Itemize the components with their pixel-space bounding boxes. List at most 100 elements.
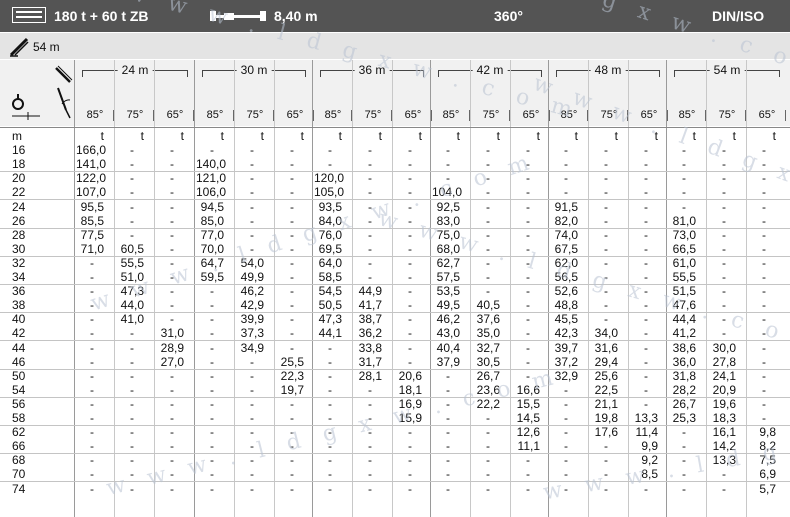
load-value: - [170, 396, 174, 411]
load-value: - [722, 241, 726, 256]
load-value: - [130, 185, 134, 200]
load-value: - [408, 340, 412, 355]
load-value: - [682, 185, 686, 200]
angle-header: 85° [206, 109, 224, 121]
load-value: - [328, 340, 332, 355]
load-value: - [644, 199, 648, 214]
load-value: 34,9 [240, 340, 264, 355]
load-value: - [368, 185, 372, 200]
load-unit: t [456, 129, 460, 143]
load-value: 77,0 [200, 227, 224, 242]
load-value: - [90, 354, 94, 369]
load-value: 42,3 [554, 326, 578, 341]
load-value: 38,7 [358, 312, 382, 327]
load-value: - [130, 354, 134, 369]
load-value: - [328, 157, 332, 172]
load-value: - [408, 354, 412, 369]
load-value: - [130, 425, 134, 440]
load-value: - [210, 411, 214, 425]
load-value: 18,3 [712, 411, 736, 425]
radius-value: 46 [12, 354, 26, 369]
column-divider [352, 60, 353, 517]
load-value: - [486, 213, 490, 228]
load-value: - [90, 396, 94, 411]
load-value: - [210, 382, 214, 397]
load-value: 71,0 [80, 241, 104, 256]
load-value: - [290, 157, 294, 172]
load-value: - [762, 213, 766, 228]
load-value: - [90, 255, 94, 270]
load-value: - [526, 185, 530, 200]
load-value: 50,5 [318, 298, 342, 313]
load-value: 60,5 [120, 241, 144, 256]
load-value: 32,7 [476, 340, 500, 355]
load-value: 34,0 [594, 326, 618, 341]
load-value: - [604, 199, 608, 214]
load-value: - [604, 227, 608, 242]
load-value: 44,9 [358, 284, 382, 299]
angle-header: 75° [246, 109, 264, 121]
boom-length-header: 24 m [82, 63, 188, 85]
slew-range-label: 360° [494, 8, 523, 24]
load-value: - [328, 467, 332, 482]
load-value: - [130, 171, 134, 186]
load-value: - [762, 411, 766, 425]
load-value: - [604, 171, 608, 186]
load-value: 91,5 [554, 199, 578, 214]
load-value: - [604, 298, 608, 313]
load-value: - [290, 312, 294, 327]
load-value: - [328, 481, 332, 496]
angle-header: 65° [758, 109, 776, 121]
load-value: - [90, 425, 94, 440]
load-value: - [722, 199, 726, 214]
angle-header: 75° [482, 109, 500, 121]
load-value: - [210, 425, 214, 440]
load-value: - [408, 481, 412, 496]
load-value: 6,9 [759, 467, 776, 482]
load-value: 13,3 [634, 411, 658, 425]
load-value: - [250, 368, 254, 383]
radius-value: 50 [12, 368, 26, 383]
load-value: - [446, 439, 450, 454]
boom-length-label: 24 m [117, 63, 153, 77]
load-value: 46,2 [436, 312, 460, 327]
load-value: - [762, 270, 766, 284]
load-value: - [290, 270, 294, 284]
load-value: 73,0 [672, 227, 696, 242]
load-value: - [170, 227, 174, 242]
load-value: 29,4 [594, 354, 618, 369]
load-value: - [130, 213, 134, 228]
load-value: 31,0 [160, 326, 184, 341]
load-value: - [290, 143, 294, 158]
load-value: 67,5 [554, 241, 578, 256]
load-unit: t [418, 129, 422, 143]
load-value: - [210, 368, 214, 383]
load-value: 49,9 [240, 270, 264, 284]
radius-value: 38 [12, 298, 26, 313]
load-unit: t [496, 129, 500, 143]
load-value: 18,1 [398, 382, 422, 397]
load-value: - [368, 439, 372, 454]
load-value: - [290, 171, 294, 186]
load-value: - [130, 382, 134, 397]
load-value: 41,7 [358, 298, 382, 313]
load-value: 20,9 [712, 382, 736, 397]
load-value: - [170, 411, 174, 425]
load-value: - [486, 143, 490, 158]
load-value: - [250, 143, 254, 158]
load-value: - [170, 439, 174, 454]
load-value: 9,8 [759, 425, 776, 440]
load-value: - [290, 199, 294, 214]
load-value: - [368, 157, 372, 172]
load-value: - [290, 284, 294, 299]
load-value: - [368, 467, 372, 482]
boom-length-header: 54 m [674, 63, 780, 85]
load-value: 31,8 [672, 368, 696, 383]
load-value: - [644, 185, 648, 200]
standard-label: DIN/ISO [712, 8, 765, 24]
load-value: 16,1 [712, 425, 736, 440]
column-divider [470, 60, 471, 517]
angle-header: 65° [286, 109, 304, 121]
load-value: - [644, 368, 648, 383]
load-value: 94,5 [200, 199, 224, 214]
